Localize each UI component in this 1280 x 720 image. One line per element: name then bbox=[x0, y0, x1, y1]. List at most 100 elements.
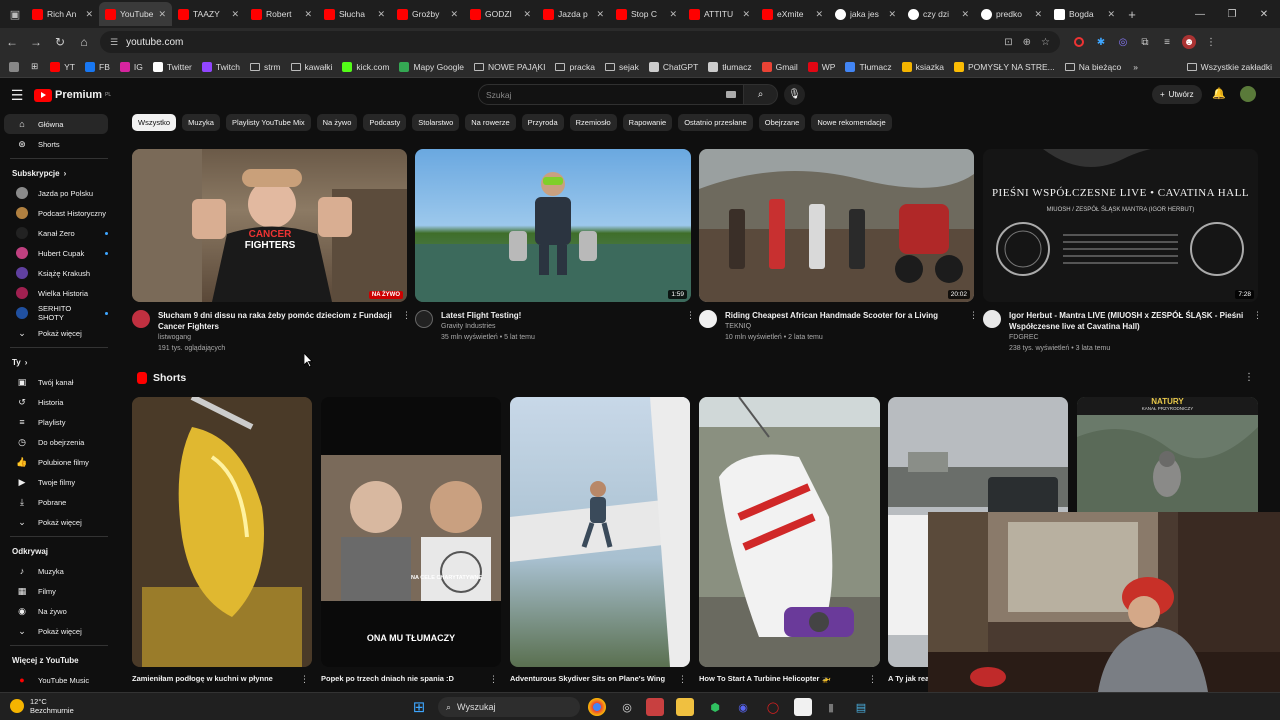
sidebar-item[interactable]: ▶ Twoje filmy bbox=[4, 472, 108, 492]
bookmark-item[interactable]: YT bbox=[45, 58, 80, 76]
close-tab-icon[interactable]: ✕ bbox=[523, 9, 531, 20]
bookmark-item[interactable]: Tłumacz bbox=[840, 58, 896, 76]
sidebar-item[interactable]: ♪ Muzyka bbox=[4, 561, 108, 581]
browser-tab[interactable]: predko ✕ bbox=[975, 2, 1048, 26]
subscription-item[interactable]: Podcast Historyczny bbox=[4, 203, 108, 223]
close-tab-icon[interactable]: ✕ bbox=[961, 9, 969, 20]
close-tab-icon[interactable]: ✕ bbox=[742, 9, 750, 20]
channel-name[interactable]: TEKNIQ bbox=[725, 321, 938, 332]
bookmark-item[interactable]: NOWE PAJĄKI bbox=[469, 58, 550, 76]
filter-chip[interactable]: Stolarstwo bbox=[412, 114, 460, 131]
channel-avatar[interactable] bbox=[699, 310, 717, 328]
channel-name[interactable]: FDGREC bbox=[1009, 332, 1243, 343]
bookmarks-overflow-icon[interactable]: » bbox=[1128, 58, 1143, 76]
profile-icon[interactable]: ☻ bbox=[1182, 35, 1196, 49]
filter-chip[interactable]: Muzyka bbox=[182, 114, 220, 131]
channel-avatar[interactable] bbox=[132, 310, 150, 328]
search-button[interactable]: ⌕ bbox=[744, 84, 778, 105]
youtube-logo[interactable]: Premium PL bbox=[34, 88, 111, 102]
video-title[interactable]: Słucham 9 dni dissu na raka żeby pomóc d… bbox=[158, 310, 392, 332]
bookmark-item[interactable]: ChatGPT bbox=[644, 58, 703, 76]
video-title[interactable]: Riding Cheapest African Handmade Scooter… bbox=[725, 310, 938, 321]
browser-tab[interactable]: Jazda p ✕ bbox=[537, 2, 610, 26]
url-field[interactable]: ☰ youtube.com ⊡ ⊕ ☆ bbox=[100, 31, 1060, 53]
tab-actions-icon[interactable]: ▣ bbox=[4, 3, 26, 25]
sidebar-item[interactable]: ● YouTube Music bbox=[4, 670, 108, 690]
short-thumbnail[interactable]: NA CELE CHARYTATYWNE ONA MU TŁUMACZY bbox=[321, 397, 501, 667]
bookmark-item[interactable]: FB bbox=[80, 58, 115, 76]
browser-tab[interactable]: Stop C ✕ bbox=[610, 2, 683, 26]
channel-name[interactable]: Gravity Industries bbox=[441, 321, 535, 332]
browser-tab[interactable]: YouTube ✕ bbox=[99, 2, 172, 26]
bookmark-grid-icon[interactable]: ⊞ bbox=[26, 58, 43, 76]
more-options-icon[interactable]: ⋮ bbox=[1244, 372, 1254, 383]
app-icon[interactable] bbox=[646, 698, 664, 716]
filter-chip[interactable]: Nowe rekomendacje bbox=[811, 114, 892, 131]
close-tab-icon[interactable]: ✕ bbox=[85, 9, 93, 20]
video-thumbnail[interactable]: CANCER FIGHTERS NA ŻYWO bbox=[132, 149, 407, 302]
sidebar-item[interactable]: ▣ Twój kanał bbox=[4, 372, 108, 392]
extension-icon[interactable]: ◎ bbox=[1116, 35, 1130, 49]
notepad-icon[interactable]: ▤ bbox=[852, 698, 870, 716]
record-extension-icon[interactable] bbox=[1072, 35, 1086, 49]
account-avatar[interactable] bbox=[1240, 86, 1256, 102]
browser-tab[interactable]: Bogda ✕ bbox=[1048, 2, 1121, 26]
show-more-button[interactable]: ⌄ Pokaż więcej bbox=[4, 512, 108, 532]
bookmark-apps-icon[interactable] bbox=[4, 58, 24, 76]
bookmark-item[interactable]: IG bbox=[115, 58, 148, 76]
bookmark-item[interactable]: kawałki bbox=[286, 58, 338, 76]
short-thumbnail[interactable] bbox=[699, 397, 880, 667]
discord-icon[interactable]: ◉ bbox=[734, 698, 752, 716]
close-tab-icon[interactable]: ✕ bbox=[1107, 9, 1115, 20]
browser-tab[interactable]: Groźby ✕ bbox=[391, 2, 464, 26]
bookmark-item[interactable]: POMYSŁY NA STRE... bbox=[949, 58, 1060, 76]
notifications-bell-icon[interactable]: 🔔 bbox=[1212, 87, 1226, 100]
forward-icon[interactable]: → bbox=[24, 30, 48, 54]
short-thumbnail[interactable] bbox=[510, 397, 690, 667]
search-input[interactable]: Szukaj bbox=[478, 84, 744, 105]
close-tab-icon[interactable]: ✕ bbox=[304, 9, 312, 20]
sidebar-item[interactable]: ◉ Na żywo bbox=[4, 601, 108, 621]
close-tab-icon[interactable]: ✕ bbox=[1034, 9, 1042, 20]
shield-icon[interactable]: ⬢ bbox=[706, 698, 724, 716]
show-more-button[interactable]: ⌄ Pokaż więcej bbox=[4, 621, 108, 641]
sidebar-item[interactable]: ↺ Historia bbox=[4, 392, 108, 412]
more-options-icon[interactable]: ⋮ bbox=[686, 310, 695, 321]
create-button[interactable]: + Utwórz bbox=[1152, 85, 1202, 104]
sidebar-item[interactable]: ◷ Do obejrzenia bbox=[4, 432, 108, 452]
video-thumbnail[interactable]: 20:02 bbox=[699, 149, 974, 302]
zoom-icon[interactable]: ⊕ bbox=[1023, 37, 1031, 48]
bookmark-item[interactable]: strm bbox=[245, 58, 286, 76]
more-options-icon[interactable]: ⋮ bbox=[678, 674, 687, 685]
subscription-item[interactable]: SERHITO SHOTY bbox=[4, 303, 108, 323]
subscription-item[interactable]: Książę Krakush bbox=[4, 263, 108, 283]
file-explorer-icon[interactable] bbox=[676, 698, 694, 716]
bookmark-item[interactable]: kick.com bbox=[337, 58, 394, 76]
browser-tab[interactable]: Słucha ✕ bbox=[318, 2, 391, 26]
channel-avatar[interactable] bbox=[415, 310, 433, 328]
bookmark-item[interactable]: tłumacz bbox=[703, 58, 756, 76]
more-options-icon[interactable]: ⋮ bbox=[489, 674, 498, 685]
browser-tab[interactable]: ATTITU ✕ bbox=[683, 2, 756, 26]
windows-start-icon[interactable]: ⊞ bbox=[410, 698, 428, 716]
subscription-item[interactable]: Wielka Historia bbox=[4, 283, 108, 303]
extension-icon[interactable]: ✱ bbox=[1094, 35, 1108, 49]
browser-tab[interactable]: czy dzi ✕ bbox=[902, 2, 975, 26]
minimize-icon[interactable]: — bbox=[1184, 0, 1216, 28]
filter-chip[interactable]: Na żywo bbox=[316, 114, 358, 131]
video-title[interactable]: Latest Flight Testing! bbox=[441, 310, 535, 321]
bookmark-item[interactable]: pracka bbox=[550, 58, 600, 76]
sidebar-item[interactable]: ▦ Filmy bbox=[4, 581, 108, 601]
more-options-icon[interactable]: ⋮ bbox=[300, 674, 309, 685]
back-icon[interactable]: ← bbox=[0, 30, 24, 54]
short-title[interactable]: A Ty jak rea bbox=[888, 674, 929, 683]
filter-chip[interactable]: Rzemiosło bbox=[569, 114, 617, 131]
filter-chip[interactable]: Rapowanie bbox=[622, 114, 673, 131]
close-tab-icon[interactable]: ✕ bbox=[450, 9, 458, 20]
sidebar-section-title[interactable]: Ty › bbox=[0, 352, 118, 372]
app-icon[interactable]: ▮ bbox=[822, 698, 840, 716]
browser-tab[interactable]: GODZI ✕ bbox=[464, 2, 537, 26]
close-tab-icon[interactable]: ✕ bbox=[158, 9, 166, 20]
keyboard-icon[interactable] bbox=[726, 91, 736, 98]
close-tab-icon[interactable]: ✕ bbox=[377, 9, 385, 20]
